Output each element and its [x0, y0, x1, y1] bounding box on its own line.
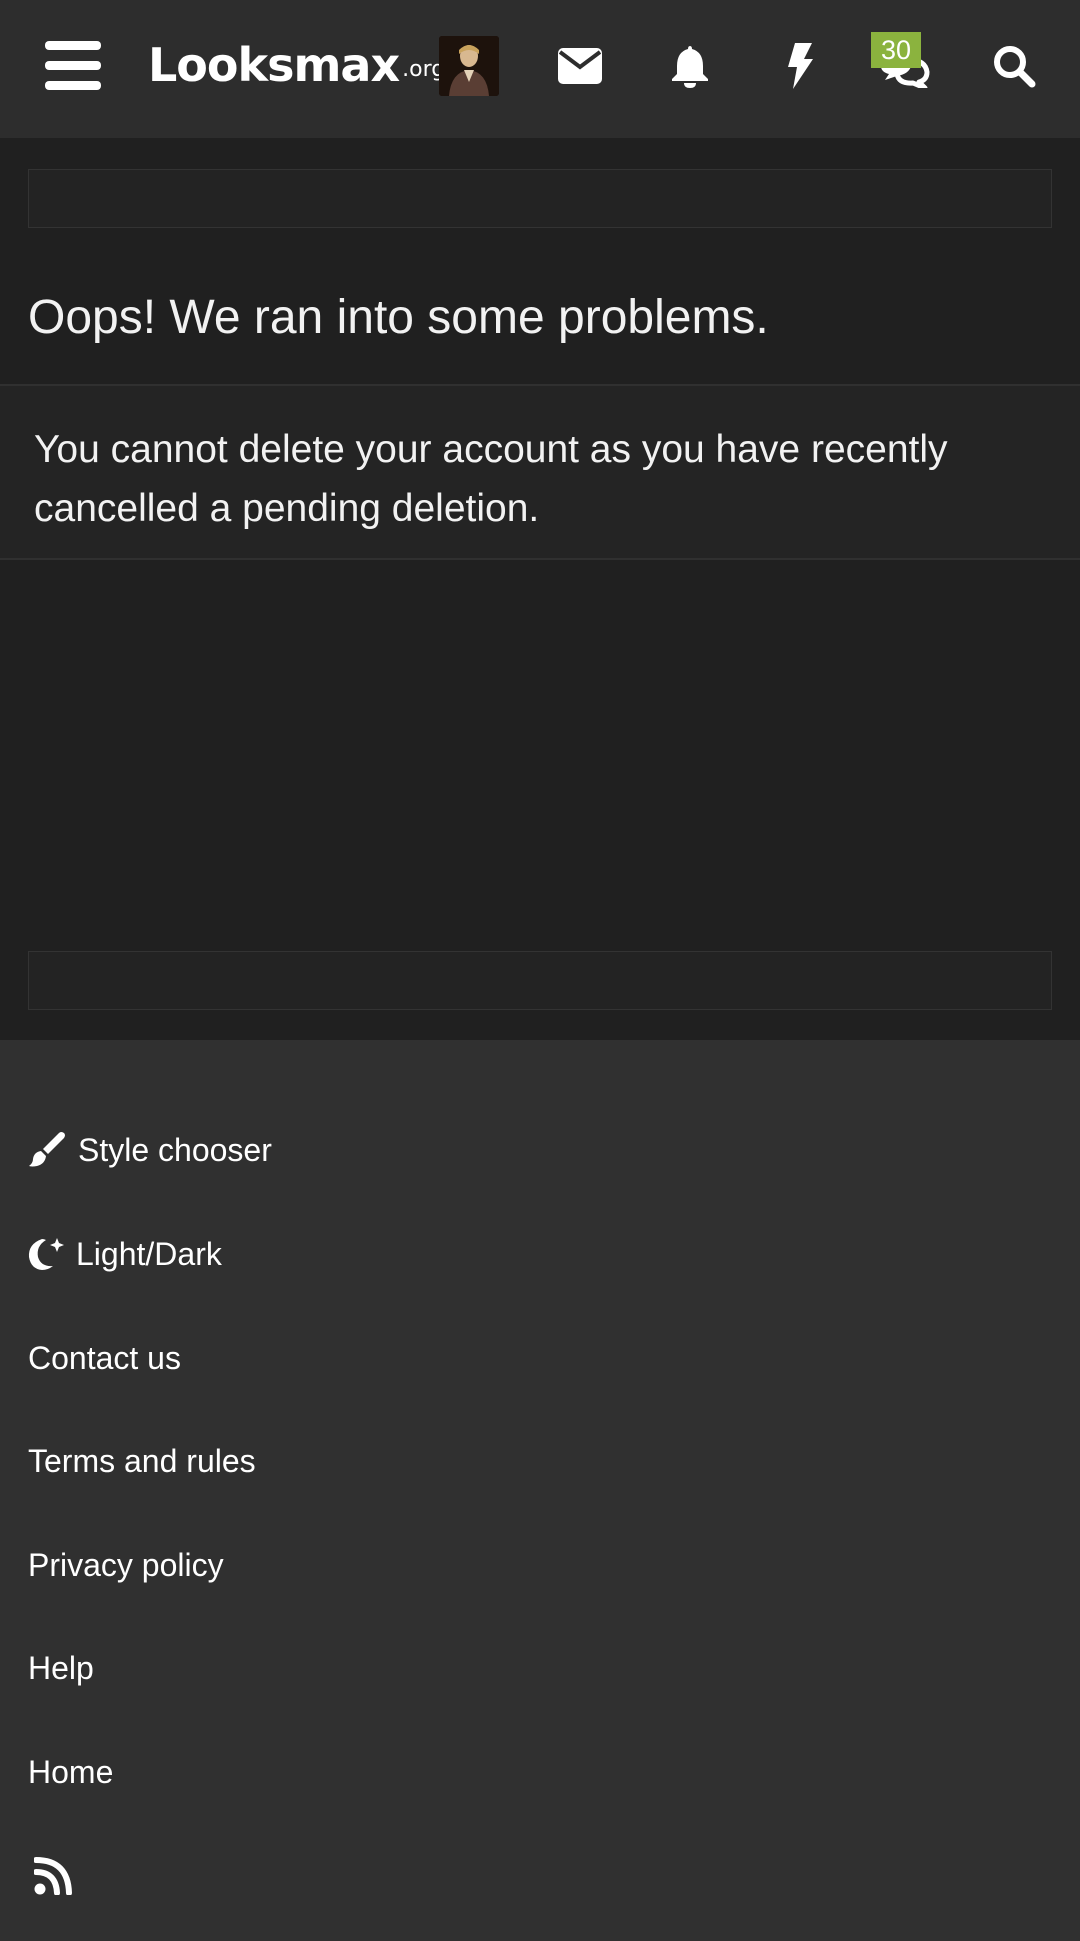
- alerts-button[interactable]: [660, 36, 720, 96]
- style-chooser-label: Style chooser: [78, 1131, 272, 1168]
- bolt-icon: [788, 43, 813, 89]
- avatar-image: [439, 36, 499, 96]
- privacy-policy-link[interactable]: Privacy policy: [28, 1540, 224, 1590]
- light-dark-toggle[interactable]: Light/Dark: [28, 1229, 222, 1279]
- rss-icon: [34, 1857, 72, 1895]
- conversations-count-badge: 30: [871, 32, 921, 68]
- search-icon: [994, 46, 1036, 88]
- site-logo[interactable]: Looksmax .org: [148, 30, 445, 100]
- terms-and-rules-link[interactable]: Terms and rules: [28, 1436, 256, 1486]
- home-link[interactable]: Home: [28, 1747, 113, 1797]
- whats-new-button[interactable]: [770, 36, 830, 96]
- light-dark-label: Light/Dark: [76, 1235, 222, 1272]
- search-button[interactable]: [984, 36, 1044, 96]
- rss-link[interactable]: [34, 1851, 72, 1901]
- logo-text: Looksmax: [148, 38, 400, 92]
- footer: Style chooser Light/Dark Contact us Term…: [0, 1040, 1080, 1941]
- page-title: Oops! We ran into some problems.: [28, 291, 769, 344]
- bell-icon: [672, 46, 708, 88]
- avatar[interactable]: [439, 36, 499, 96]
- style-chooser-link[interactable]: Style chooser: [28, 1125, 272, 1175]
- contact-us-link[interactable]: Contact us: [28, 1333, 181, 1383]
- top-navbar: Looksmax .org 30: [0, 0, 1080, 138]
- error-message: You cannot delete your account as you ha…: [34, 428, 948, 530]
- menu-button[interactable]: [40, 36, 106, 96]
- moon-icon: [28, 1236, 66, 1272]
- messages-button[interactable]: [550, 36, 610, 96]
- menu-icon: [45, 41, 101, 90]
- error-block: You cannot delete your account as you ha…: [0, 384, 1080, 560]
- main-content: Oops! We ran into some problems. You can…: [0, 138, 1080, 1040]
- paintbrush-icon: [28, 1132, 66, 1168]
- envelope-icon: [558, 48, 602, 84]
- breadcrumb-bar: [28, 169, 1052, 228]
- help-link[interactable]: Help: [28, 1643, 94, 1693]
- breadcrumb-bar-bottom: [28, 951, 1052, 1010]
